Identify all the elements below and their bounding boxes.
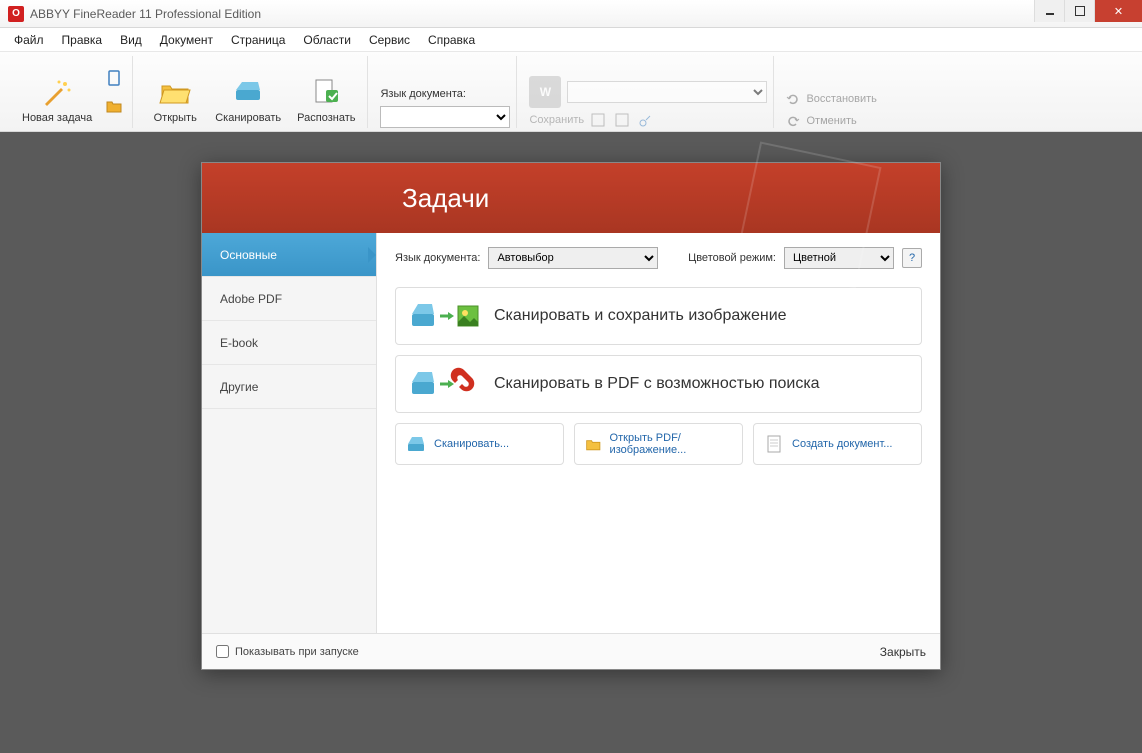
scan-button[interactable]: Сканировать <box>209 62 287 128</box>
restore-button[interactable]: Восстановить <box>786 92 876 106</box>
undo-label: Отменить <box>806 115 856 127</box>
menu-areas[interactable]: Области <box>295 30 359 50</box>
tab-other[interactable]: Другие <box>202 365 376 409</box>
new-task-button[interactable]: Новая задача <box>16 62 98 128</box>
menu-view[interactable]: Вид <box>112 30 150 50</box>
menu-help[interactable]: Справка <box>420 30 483 50</box>
recognize-button[interactable]: Распознать <box>291 62 361 128</box>
tasks-main: Язык документа: Автовыбор Цветовой режим… <box>377 233 940 633</box>
tasks-header: Задачи <box>202 163 940 233</box>
save-opt-icon[interactable] <box>590 112 606 128</box>
tasks-footer: Показывать при запуске Закрыть <box>202 633 940 669</box>
word-icon: W <box>529 76 561 108</box>
wand-icon <box>41 76 73 108</box>
show-on-start-checkbox[interactable] <box>216 645 229 658</box>
mini1-label: Сканировать... <box>434 438 509 450</box>
folder-small-icon <box>585 434 602 454</box>
menu-file[interactable]: Файл <box>6 30 52 50</box>
maximize-button[interactable] <box>1064 0 1094 22</box>
tab-adobe-pdf[interactable]: Adobe PDF <box>202 277 376 321</box>
task1-label: Сканировать и сохранить изображение <box>494 307 787 325</box>
tasks-sidebar: Основные Adobe PDF E-book Другие <box>202 233 377 633</box>
task-lang-label: Язык документа: <box>395 252 480 264</box>
mini2-label: Открыть PDF/изображение... <box>610 432 732 456</box>
window-controls <box>1034 0 1142 22</box>
help-button[interactable]: ? <box>902 248 922 268</box>
menu-service[interactable]: Сервис <box>361 30 418 50</box>
tab-ebook[interactable]: E-book <box>202 321 376 365</box>
new-task-label: Новая задача <box>22 112 92 124</box>
close-window-button[interactable] <box>1094 0 1142 22</box>
recognize-label: Распознать <box>297 112 355 124</box>
show-on-start-label[interactable]: Показывать при запуске <box>216 645 359 658</box>
undo-icon <box>786 114 800 128</box>
task-scan-to-pdf[interactable]: Сканировать в PDF с возможностью поиска <box>395 355 922 413</box>
minimize-button[interactable] <box>1034 0 1064 22</box>
menu-bar: Файл Правка Вид Документ Страница Област… <box>0 28 1142 52</box>
scan-to-pdf-icon <box>410 366 482 402</box>
title-bar: О ABBYY FineReader 11 Professional Editi… <box>0 0 1142 28</box>
save-opt2-icon[interactable] <box>614 112 630 128</box>
scanner-icon <box>232 76 264 108</box>
doc-lang-label: Язык документа: <box>380 88 510 100</box>
task-lang-select[interactable]: Автовыбор <box>488 247 658 269</box>
page-icon-button[interactable] <box>102 66 126 90</box>
close-dialog-link[interactable]: Закрыть <box>880 645 926 659</box>
scanner-small-icon <box>406 434 426 454</box>
tasks-title: Задачи <box>402 183 489 214</box>
task-scan-save-image[interactable]: Сканировать и сохранить изображение <box>395 287 922 345</box>
mini3-label: Создать документ... <box>792 438 892 450</box>
menu-page[interactable]: Страница <box>223 30 293 50</box>
tab-main[interactable]: Основные <box>202 233 376 277</box>
app-icon: О <box>8 6 24 22</box>
window-title: ABBYY FineReader 11 Professional Edition <box>30 7 261 21</box>
save-label: Сохранить <box>529 114 584 126</box>
doc-lang-select[interactable] <box>380 106 510 128</box>
task2-label: Сканировать в PDF с возможностью поиска <box>494 375 820 393</box>
menu-document[interactable]: Документ <box>152 30 221 50</box>
folder-open-icon <box>159 76 191 108</box>
open-label: Открыть <box>154 112 197 124</box>
menu-edit[interactable]: Правка <box>54 30 111 50</box>
scan-to-image-icon <box>410 298 482 334</box>
open-button[interactable]: Открыть <box>145 62 205 128</box>
folder-icon-button[interactable] <box>102 94 126 118</box>
mini-open-button[interactable]: Открыть PDF/изображение... <box>574 423 743 465</box>
workspace: Задачи Основные Adobe PDF E-book Другие … <box>0 132 1142 753</box>
save-opt3-icon[interactable] <box>638 112 654 128</box>
restore-icon <box>786 92 800 106</box>
document-small-icon <box>764 434 784 454</box>
mini-scan-button[interactable]: Сканировать... <box>395 423 564 465</box>
scan-label: Сканировать <box>215 112 281 124</box>
tasks-dialog: Задачи Основные Adobe PDF E-book Другие … <box>201 162 941 670</box>
recognize-icon <box>310 76 342 108</box>
restore-label: Восстановить <box>806 93 876 105</box>
save-format-select[interactable] <box>567 81 767 103</box>
toolbar: Новая задача Открыть Сканировать Распозн… <box>0 52 1142 132</box>
mini-create-button[interactable]: Создать документ... <box>753 423 922 465</box>
undo-button[interactable]: Отменить <box>786 114 876 128</box>
